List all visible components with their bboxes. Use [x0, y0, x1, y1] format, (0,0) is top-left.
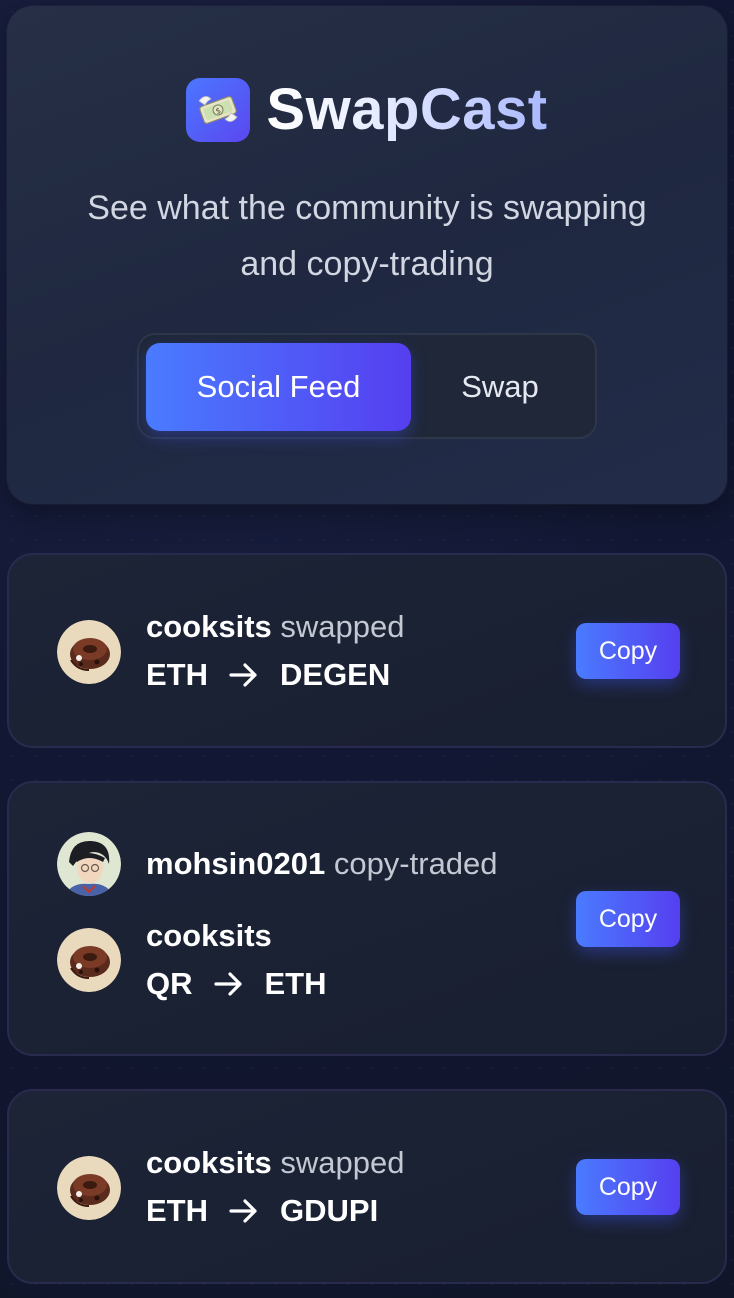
feed-item-header: mohsin0201 copy-traded [146, 846, 498, 882]
copy-button[interactable]: Copy [576, 891, 680, 947]
token-pair: ETH GDUPI [146, 1193, 378, 1229]
feed-item: cooksits swapped ETH GDUPI Copy [7, 1089, 727, 1284]
avatar [57, 832, 121, 896]
action-text: swapped [280, 609, 405, 644]
feed-item-header: cooksits swapped [146, 1145, 405, 1181]
feed-item: mohsin0201 copy-traded cooksits QR ETH C… [7, 781, 727, 1056]
username[interactable]: cooksits [146, 918, 272, 953]
token-pair: ETH DEGEN [146, 657, 390, 693]
username[interactable]: mohsin0201 [146, 846, 325, 881]
tagline: See what the community is swapping and c… [87, 189, 647, 283]
feed-item-header: cooksits swapped [146, 609, 405, 645]
copy-button[interactable]: Copy [576, 1159, 680, 1215]
view-tabs: Social Feed Swap [137, 333, 597, 439]
to-token: GDUPI [280, 1193, 379, 1228]
source-user: cooksits [146, 918, 272, 954]
arrow-right-icon [228, 1197, 260, 1225]
to-token: ETH [264, 966, 327, 1001]
to-token: DEGEN [280, 657, 391, 692]
feed-item: cooksits swapped ETH DEGEN Copy [7, 553, 727, 748]
username[interactable]: cooksits [146, 609, 272, 644]
action-text: copy-traded [333, 846, 498, 881]
action-text: swapped [280, 1145, 405, 1180]
from-token: ETH [146, 1193, 208, 1228]
from-token: QR [146, 966, 193, 1001]
copy-button[interactable]: Copy [576, 623, 680, 679]
tab-swap[interactable]: Swap [411, 343, 589, 431]
avatar [57, 620, 121, 684]
app-title: SwapCast [266, 77, 548, 142]
arrow-right-icon [213, 970, 245, 998]
avatar [57, 1156, 121, 1220]
arrow-right-icon [228, 661, 260, 689]
header-card: $ SwapCast See what the community is swa… [7, 6, 727, 504]
money-with-wings-icon: $ [186, 78, 251, 142]
username[interactable]: cooksits [146, 1145, 272, 1180]
token-pair: QR ETH [146, 966, 327, 1002]
from-token: ETH [146, 657, 208, 692]
brand: $ SwapCast [7, 78, 727, 142]
tab-social-feed[interactable]: Social Feed [146, 343, 411, 431]
avatar [57, 928, 121, 992]
